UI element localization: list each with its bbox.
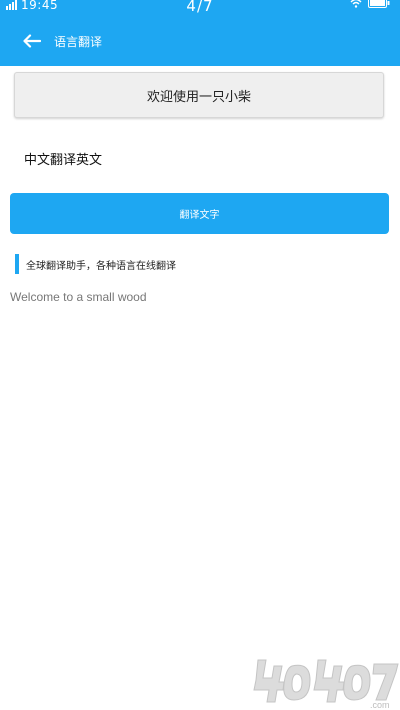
page-indicator: 4/7 [186, 0, 214, 15]
wifi-icon [350, 0, 362, 8]
translate-button[interactable]: 翻译文字 [10, 193, 389, 234]
tagline-accent-bar [15, 254, 19, 274]
tagline-text: 全球翻译助手，各种语言在线翻译 [26, 260, 176, 272]
app-bar: 语言翻译 [0, 24, 400, 58]
arrow-left-icon [23, 34, 41, 48]
page-title: 语言翻译 [54, 34, 103, 49]
status-bar: 19:45 4/7 [0, 0, 400, 18]
translation-result: Welcome to a small wood [10, 290, 147, 304]
battery-icon [368, 0, 390, 8]
header: 19:45 4/7 语言翻译 [0, 0, 400, 66]
back-button[interactable] [14, 26, 50, 56]
status-right [350, 0, 390, 8]
source-text-input[interactable] [10, 138, 390, 178]
welcome-banner: 欢迎使用一只小柴 [14, 72, 384, 118]
tagline: 全球翻译助手，各种语言在线翻译 [15, 254, 176, 274]
watermark-logo: .com [253, 659, 399, 710]
svg-text:.com: .com [370, 700, 390, 710]
screen: 19:45 4/7 语言翻译 欢迎使用一只小柴 中文翻译英文 翻译文字 全球翻译… [0, 0, 400, 710]
